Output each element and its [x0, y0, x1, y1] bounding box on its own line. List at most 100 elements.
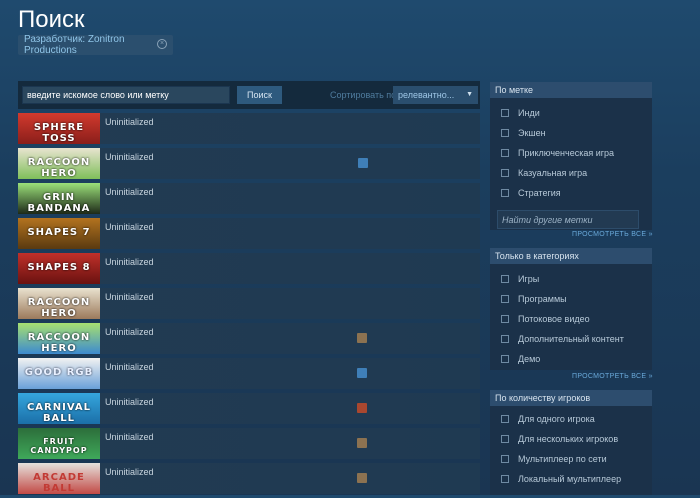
search-bar: Поиск Сортировать по релевантно... ▼ — [18, 81, 480, 109]
platform-badge-icon — [357, 438, 367, 448]
players-label: Для одного игрока — [518, 414, 595, 424]
category-checkbox-item[interactable]: Игры — [490, 270, 652, 290]
checkbox[interactable] — [501, 295, 509, 303]
tag-checkbox-item[interactable]: Приключенческая игра — [490, 144, 652, 164]
result-title: Uninitialized — [105, 187, 154, 197]
players-label: Мультиплеер по сети — [518, 454, 607, 464]
checkbox[interactable] — [501, 275, 509, 283]
game-capsule-image: RACCOON HERO — [18, 288, 100, 319]
tag-checkbox-item[interactable]: Экшен — [490, 124, 652, 144]
category-checkbox-item[interactable]: Программы — [490, 290, 652, 310]
platform-badge-icon — [357, 473, 367, 483]
remove-filter-icon[interactable]: × — [157, 39, 167, 49]
game-capsule-image: RACCOON HERO — [18, 323, 100, 354]
category-panel-header[interactable]: Только в категориях — [490, 248, 652, 264]
search-button[interactable]: Поиск — [237, 86, 282, 104]
checkbox[interactable] — [501, 415, 509, 423]
show-all-label: ПРОСМОТРЕТЬ ВСЕ — [572, 373, 647, 380]
category-filter-panel: Только в категориях Игры Программы Поток… — [490, 248, 652, 370]
sort-select[interactable]: релевантно... ▼ — [393, 86, 478, 104]
game-capsule-image: SHAPES 8 — [18, 253, 100, 284]
checkbox[interactable] — [501, 355, 509, 363]
players-checkbox-item[interactable]: Для одного игрока — [490, 410, 652, 430]
category-checkbox-item[interactable]: Потоковое видео — [490, 310, 652, 330]
checkbox[interactable] — [501, 169, 509, 177]
checkbox[interactable] — [501, 189, 509, 197]
checkbox[interactable] — [501, 475, 509, 483]
search-results: SPHERE TOSS Uninitialized RACCOON HERO U… — [18, 113, 480, 498]
checkbox[interactable] — [501, 315, 509, 323]
result-row[interactable]: SPHERE TOSS Uninitialized — [18, 113, 480, 144]
players-checkbox-item[interactable]: Локальный мультиплеер — [490, 470, 652, 490]
result-row[interactable]: CARNIVAL BALL Uninitialized — [18, 393, 480, 424]
developer-filter-chip[interactable]: Разработчик: Zonitron Productions × — [18, 34, 173, 56]
players-checkbox-item[interactable]: Для нескольких игроков — [490, 430, 652, 450]
result-title: Uninitialized — [105, 257, 154, 267]
game-capsule-image: GRIN BANDANA — [18, 183, 100, 214]
game-capsule-image: GOOD RGB — [18, 358, 100, 389]
platform-badge-icon — [357, 368, 367, 378]
result-title: Uninitialized — [105, 327, 154, 337]
players-label: Локальный мультиплеер — [518, 474, 622, 484]
checkbox[interactable] — [501, 435, 509, 443]
category-label: Дополнительный контент — [518, 334, 624, 344]
game-capsule-image: ARCADE BALL — [18, 463, 100, 494]
tag-label: Экшен — [518, 128, 546, 138]
capsule-logo-text: RACCOON HERO — [27, 297, 91, 319]
game-capsule-image: SPHERE TOSS — [18, 113, 100, 144]
search-input[interactable] — [22, 86, 230, 104]
tag-label: Приключенческая игра — [518, 148, 615, 158]
result-row[interactable]: FRUIT CANDYPOP Uninitialized — [18, 428, 480, 459]
players-checkbox-item[interactable]: Мультиплеер по сети — [490, 450, 652, 470]
capsule-logo-text: ARCADE BALL — [33, 472, 85, 494]
result-row[interactable]: GRIN BANDANA Uninitialized — [18, 183, 480, 214]
result-row[interactable]: GOOD RGB Uninitialized — [18, 358, 480, 389]
result-title: Uninitialized — [105, 432, 154, 442]
checkbox[interactable] — [501, 129, 509, 137]
result-title: Uninitialized — [105, 222, 154, 232]
sort-label: Сортировать по — [330, 90, 397, 100]
tag-search-input[interactable] — [497, 210, 639, 229]
capsule-logo-text: RACCOON HERO — [27, 332, 91, 354]
tag-checkbox-item[interactable]: Стратегия — [490, 184, 652, 204]
result-title: Uninitialized — [105, 152, 154, 162]
tag-panel-header[interactable]: По метке — [490, 82, 652, 98]
tag-checkbox-item[interactable]: Инди — [490, 104, 652, 124]
tags-show-all-link[interactable]: ПРОСМОТРЕТЬ ВСЕ » — [572, 231, 653, 238]
sort-value: релевантно... — [398, 90, 455, 100]
checkbox[interactable] — [501, 455, 509, 463]
categories-show-all-link[interactable]: ПРОСМОТРЕТЬ ВСЕ » — [572, 373, 653, 380]
platform-badge-icon — [358, 158, 368, 168]
chevron-down-icon: ▼ — [466, 91, 473, 98]
checkbox[interactable] — [501, 335, 509, 343]
result-row[interactable]: ARCADE BALL Uninitialized — [18, 463, 480, 494]
players-panel-header[interactable]: По количеству игроков — [490, 390, 652, 406]
platform-badge-icon — [357, 403, 367, 413]
capsule-logo-text: FRUIT CANDYPOP — [30, 437, 88, 455]
result-title: Uninitialized — [105, 397, 154, 407]
game-capsule-image: FRUIT CANDYPOP — [18, 428, 100, 459]
category-checkbox-item[interactable]: Дополнительный контент — [490, 330, 652, 350]
category-label: Потоковое видео — [518, 314, 590, 324]
capsule-logo-text: CARNIVAL BALL — [26, 402, 92, 424]
category-label: Демо — [518, 354, 541, 364]
game-capsule-image: RACCOON HERO — [18, 148, 100, 179]
result-row[interactable]: SHAPES 8 Uninitialized — [18, 253, 480, 284]
result-row[interactable]: RACCOON HERO Uninitialized — [18, 323, 480, 354]
game-capsule-image: SHAPES 7 — [18, 218, 100, 249]
tag-label: Казуальная игра — [518, 168, 588, 178]
result-row[interactable]: SHAPES 7 Uninitialized — [18, 218, 480, 249]
category-checkbox-item[interactable]: Демо — [490, 350, 652, 370]
tag-label: Инди — [518, 108, 540, 118]
result-row[interactable]: RACCOON HERO Uninitialized — [18, 288, 480, 319]
checkbox[interactable] — [501, 109, 509, 117]
result-title: Uninitialized — [105, 362, 154, 372]
capsule-logo-text: SPHERE TOSS — [33, 122, 85, 144]
category-label: Игры — [518, 274, 540, 284]
tag-checkbox-item[interactable]: Казуальная игра — [490, 164, 652, 184]
result-row[interactable]: RACCOON HERO Uninitialized — [18, 148, 480, 179]
capsule-logo-text: GOOD RGB — [24, 367, 94, 378]
double-chevron-down-icon: » — [648, 373, 653, 380]
platform-badge-icon — [357, 333, 367, 343]
checkbox[interactable] — [501, 149, 509, 157]
